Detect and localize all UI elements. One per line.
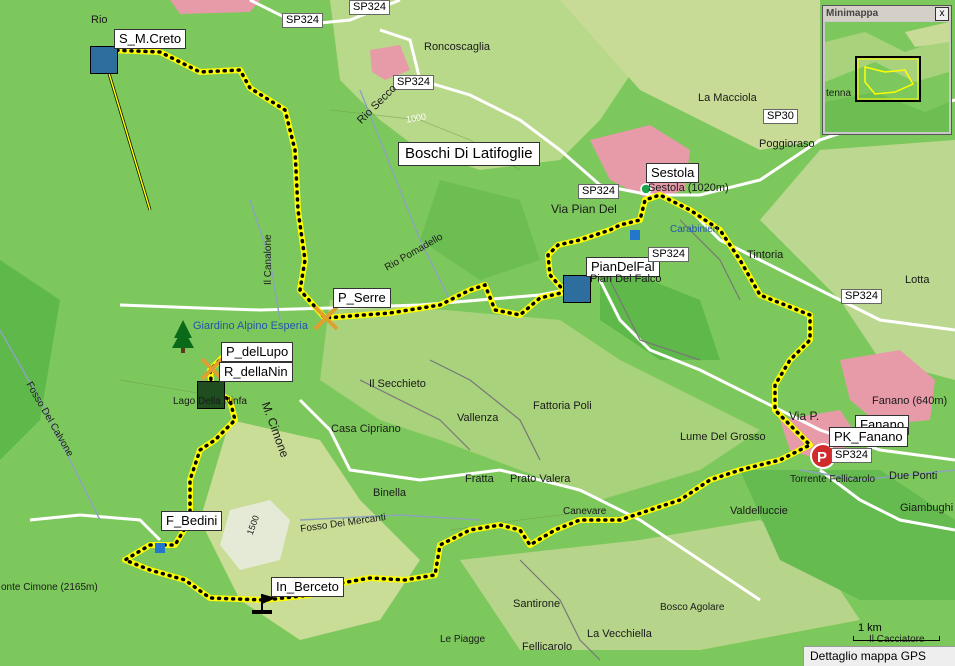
place-label: Rio: [91, 14, 108, 26]
place-label: Lotta: [905, 274, 930, 286]
place-label: Casa Cipriano: [331, 423, 401, 435]
place-label: Il Secchieto: [369, 378, 426, 390]
road-shield: SP324: [282, 13, 324, 28]
street-label: Via Pian Del: [551, 202, 617, 216]
scale-label: 1 km: [858, 622, 882, 634]
status-bar: Dettaglio mappa GPS: [803, 646, 955, 666]
place-label: Fattoria Poli: [533, 400, 592, 412]
place-label: Pian Del Falco: [590, 273, 662, 285]
place-label: Carabinieri: [670, 224, 719, 235]
place-label: Roncoscaglia: [424, 41, 491, 53]
place-label: Canevare: [563, 506, 607, 517]
fuel-icon: [155, 543, 165, 553]
map-canvas[interactable]: P S_M.Creto Sestola PianDelFal P_Serre P…: [0, 0, 955, 666]
river-label: Torrente Fellicarolo: [790, 474, 876, 485]
waypoint-s-m-creto[interactable]: S_M.Creto: [114, 29, 187, 49]
place-label: Binella: [373, 487, 407, 499]
peak-label: onte Cimone (2165m): [1, 582, 98, 593]
place-label: Santirone: [513, 598, 561, 610]
svg-text:P: P: [817, 449, 827, 466]
gps-track: P: [107, 47, 836, 614]
place-label: La Vecchiella: [587, 628, 652, 640]
waypoint-p-dellupo[interactable]: P_delLupo: [221, 342, 294, 362]
place-label: Bosco Agolare: [660, 602, 725, 613]
place-label: Lume Del Grosso: [680, 431, 766, 443]
waypoint-f-bedini[interactable]: F_Bedini: [161, 511, 223, 531]
waypoint-r-dellanin[interactable]: R_dellaNin: [219, 362, 293, 382]
place-label: Vallenza: [457, 412, 499, 424]
place-label: Le Piagge: [440, 634, 486, 645]
road-shield: SP324: [841, 289, 883, 304]
street-label: Via P.: [789, 409, 820, 423]
place-label: Due Ponti: [889, 470, 938, 482]
place-label: Tintoria: [747, 249, 784, 261]
waypoint-p-serre[interactable]: P_Serre: [333, 288, 391, 308]
minimap-panel[interactable]: Minimappa x tenna: [822, 5, 952, 135]
place-label: Prato Valera: [510, 473, 571, 485]
place-label: Lago Della Ninfa: [173, 396, 247, 407]
minimap-place-label: tenna: [826, 88, 852, 99]
info-icon: [630, 230, 640, 240]
ski-lift-icon[interactable]: [563, 275, 591, 303]
place-label: Giambughi: [900, 502, 954, 514]
scale-bar: 1 km: [853, 622, 940, 641]
waypoint-in-berceto[interactable]: In_Berceto: [271, 577, 344, 597]
minimap-view[interactable]: tenna: [825, 22, 949, 132]
minimap-title: Minimappa: [823, 6, 951, 21]
area-label-boschi: Boschi Di Latifoglie: [398, 142, 540, 166]
road-shield: SP324: [648, 247, 690, 262]
ski-lift-icon[interactable]: [90, 46, 118, 74]
road-shield: SP324: [349, 0, 391, 15]
place-label: Sestola (1020m): [648, 182, 729, 194]
waypoint-pk-fanano[interactable]: PK_Fanano: [829, 427, 908, 447]
scale-bar-line: [853, 636, 940, 641]
place-label: Fanano (640m): [872, 395, 948, 407]
river-label: Il Canalone: [263, 234, 274, 285]
close-icon[interactable]: x: [935, 7, 949, 21]
road-shield: SP324: [831, 448, 873, 463]
road-shield: SP30: [763, 109, 798, 124]
place-label: Giardino Alpino Esperia: [193, 320, 308, 332]
place-label: Fellicarolo: [522, 641, 573, 653]
place-label: Poggioraso: [759, 138, 815, 150]
waypoint-sestola[interactable]: Sestola: [646, 163, 700, 183]
minimap-terrain: [825, 22, 949, 132]
road-shield: SP324: [578, 184, 620, 199]
place-label: La Macciola: [698, 92, 757, 104]
place-label: Fratta: [465, 473, 494, 485]
road-shield: SP324: [393, 75, 435, 90]
place-label: Valdelluccie: [730, 505, 788, 517]
tree-icon: [172, 320, 194, 353]
